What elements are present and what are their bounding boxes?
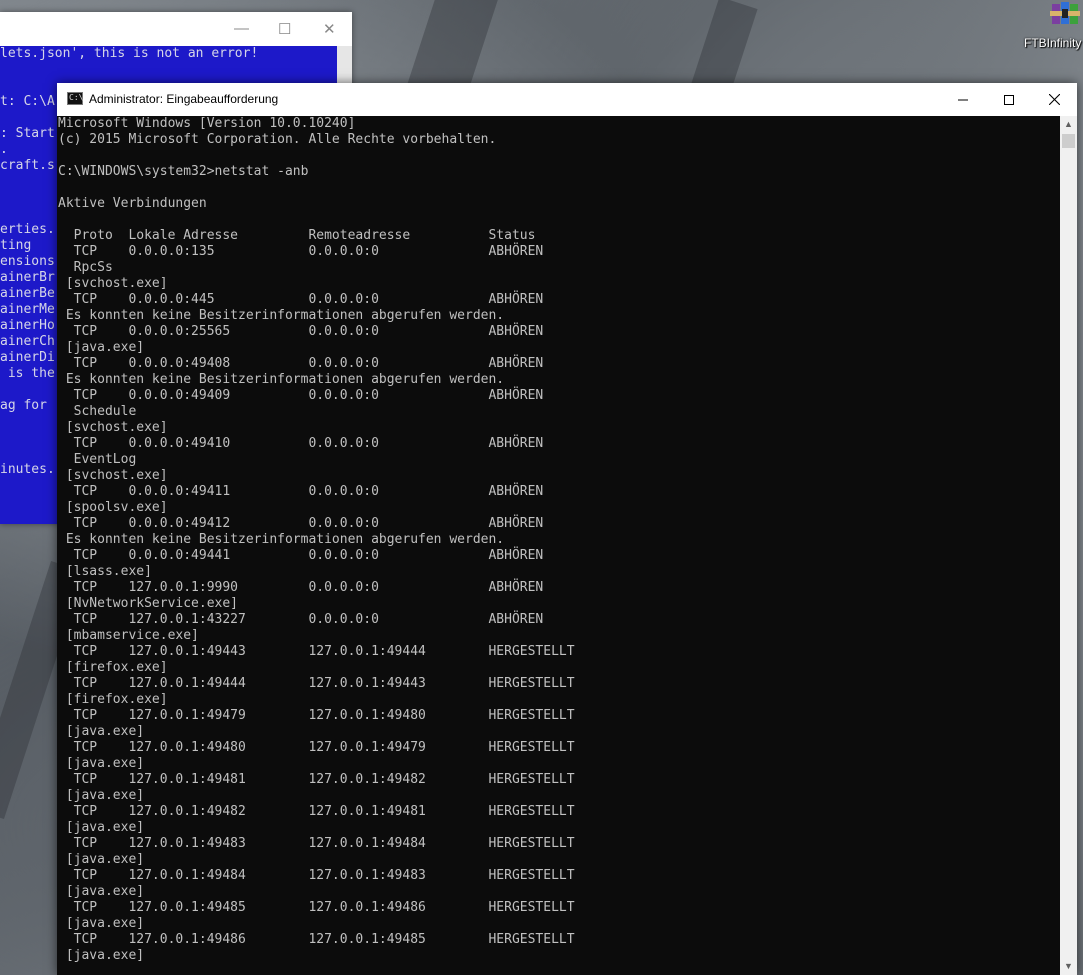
console-line: TCP 127.0.0.1:49480 127.0.0.1:49479 HERG… [58, 740, 575, 755]
console-line: EventLog [58, 452, 137, 467]
window-title: Administrator: Eingabeaufforderung [89, 92, 279, 106]
console-line: (c) 2015 Microsoft Corporation. Alle Rec… [58, 132, 497, 147]
console-line: TCP 127.0.0.1:49485 127.0.0.1:49486 HERG… [58, 900, 575, 915]
console-line: [svchost.exe] [58, 420, 168, 435]
close-button[interactable] [1031, 83, 1077, 116]
maximize-icon[interactable]: ☐ [278, 20, 291, 38]
console-line: TCP 127.0.0.1:43227 0.0.0.0:0 ABHÖREN [58, 612, 544, 627]
window-titlebar[interactable]: C:\ Administrator: Eingabeaufforderung [57, 83, 1077, 116]
console-line: [java.exe] [58, 340, 145, 355]
scrollbar-thumb[interactable] [1062, 134, 1075, 148]
console-line: [java.exe] [58, 756, 145, 771]
desktop-icon-ftbinfinity[interactable]: FTBInfinity [1024, 0, 1083, 54]
console-line: [NvNetworkService.exe] [58, 596, 239, 611]
console-line: Aktive Verbindungen [58, 196, 207, 211]
console-line: [java.exe] [58, 724, 145, 739]
console-line: TCP 0.0.0.0:135 0.0.0.0:0 ABHÖREN [58, 244, 544, 259]
console-line: TCP 127.0.0.1:49479 127.0.0.1:49480 HERG… [58, 708, 575, 723]
minimize-icon[interactable]: — [234, 20, 249, 37]
command-prompt-window[interactable]: C:\ Administrator: Eingabeaufforderung M… [57, 83, 1077, 975]
minimize-button[interactable] [940, 83, 986, 116]
maximize-icon [1004, 94, 1014, 105]
maximize-button[interactable] [986, 83, 1032, 116]
vertical-scrollbar[interactable]: ▲ ▼ [1060, 116, 1077, 975]
winrar-archive-icon [1050, 0, 1083, 26]
console-line: [java.exe] [58, 852, 145, 867]
console-line: [java.exe] [58, 884, 145, 899]
close-icon[interactable]: ✕ [323, 20, 336, 38]
console-line: Es konnten keine Besitzerinformationen a… [58, 372, 505, 387]
desktop-icon-label: FTBInfinity [1024, 36, 1082, 50]
console-line: TCP 0.0.0.0:445 0.0.0.0:0 ABHÖREN [58, 292, 544, 307]
console-line: TCP 0.0.0.0:49409 0.0.0.0:0 ABHÖREN [58, 388, 544, 403]
console-line: TCP 0.0.0.0:49408 0.0.0.0:0 ABHÖREN [58, 356, 544, 371]
console-line: Microsoft Windows [Version 10.0.10240] [58, 116, 356, 131]
console-line: RpcSs [58, 260, 113, 275]
background-window-titlebar[interactable]: — ☐ ✕ [0, 12, 352, 46]
console-line: [firefox.exe] [58, 660, 168, 675]
console-output[interactable]: Microsoft Windows [Version 10.0.10240] (c… [57, 116, 1060, 975]
console-line: TCP 127.0.0.1:49443 127.0.0.1:49444 HERG… [58, 644, 575, 659]
console-line: Proto Lokale Adresse Remoteadresse Statu… [58, 228, 536, 243]
console-line: TCP 127.0.0.1:49483 127.0.0.1:49484 HERG… [58, 836, 575, 851]
console-line: [svchost.exe] [58, 468, 168, 483]
console-line: TCP 0.0.0.0:49410 0.0.0.0:0 ABHÖREN [58, 436, 544, 451]
console-line: Schedule [58, 404, 137, 419]
console-line: [java.exe] [58, 948, 145, 963]
console-line: TCP 0.0.0.0:49412 0.0.0.0:0 ABHÖREN [58, 516, 544, 531]
console-line: [spoolsv.exe] [58, 500, 168, 515]
console-line: [java.exe] [58, 788, 145, 803]
console-line: TCP 127.0.0.1:49482 127.0.0.1:49481 HERG… [58, 804, 575, 819]
console-line: [lsass.exe] [58, 564, 152, 579]
scroll-down-icon[interactable]: ▼ [1060, 958, 1077, 975]
console-line: TCP 0.0.0.0:49441 0.0.0.0:0 ABHÖREN [58, 548, 544, 563]
cmd-app-icon[interactable]: C:\ [67, 92, 83, 105]
console-line: Es konnten keine Besitzerinformationen a… [58, 532, 505, 547]
console-line: TCP 127.0.0.1:49484 127.0.0.1:49483 HERG… [58, 868, 575, 883]
console-line: Es konnten keine Besitzerinformationen a… [58, 308, 505, 323]
console-line: TCP 127.0.0.1:49481 127.0.0.1:49482 HERG… [58, 772, 575, 787]
console-line: TCP 0.0.0.0:25565 0.0.0.0:0 ABHÖREN [58, 324, 544, 339]
console-line: TCP 127.0.0.1:9990 0.0.0.0:0 ABHÖREN [58, 580, 544, 595]
console-line: [java.exe] [58, 916, 145, 931]
console-line: TCP 127.0.0.1:49486 127.0.0.1:49485 HERG… [58, 932, 575, 947]
console-line: [java.exe] [58, 820, 145, 835]
console-line: [svchost.exe] [58, 276, 168, 291]
console-line: [firefox.exe] [58, 692, 168, 707]
minimize-icon [958, 99, 968, 100]
console-line: TCP 0.0.0.0:49411 0.0.0.0:0 ABHÖREN [58, 484, 544, 499]
console-line: TCP 127.0.0.1:49444 127.0.0.1:49443 HERG… [58, 676, 575, 691]
scroll-up-icon[interactable]: ▲ [1060, 116, 1077, 133]
console-line: [mbamservice.exe] [58, 628, 199, 643]
console-line: C:\WINDOWS\system32>netstat -anb [58, 164, 309, 179]
close-icon [1048, 94, 1060, 105]
cmd-icon-text: C:\ [69, 93, 84, 102]
